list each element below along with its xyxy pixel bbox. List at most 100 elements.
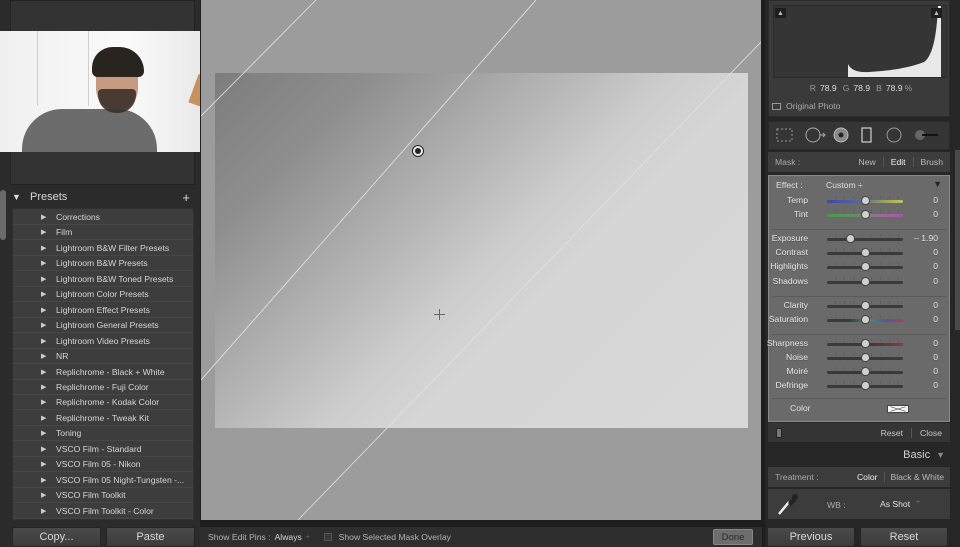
treatment-bw-button[interactable]: Black & White bbox=[885, 472, 951, 482]
slider-value[interactable]: 0 bbox=[933, 300, 938, 310]
preset-folder-item[interactable]: ▶ Lightroom Effect Presets bbox=[13, 303, 193, 318]
preset-folder-item[interactable]: ▶ Lightroom B&W Filter Presets bbox=[13, 241, 193, 256]
slider-value[interactable]: 0 bbox=[933, 338, 938, 348]
collapse-icon[interactable]: ▼ bbox=[936, 450, 945, 460]
slider-thumb[interactable] bbox=[860, 315, 870, 324]
slider-thumb[interactable] bbox=[860, 367, 870, 376]
expand-arrow-icon[interactable]: ▶ bbox=[41, 228, 51, 236]
radial-filter-tool-icon[interactable] bbox=[885, 127, 903, 143]
slider-value[interactable]: 0 bbox=[933, 276, 938, 286]
expand-arrow-icon[interactable]: ▶ bbox=[41, 383, 51, 391]
expand-arrow-icon[interactable]: ▶ bbox=[41, 398, 51, 406]
highlight-clipping-icon[interactable]: ▲ bbox=[931, 8, 942, 18]
mask-new-button[interactable]: New bbox=[852, 157, 883, 167]
expand-arrow-icon[interactable]: ▶ bbox=[41, 337, 51, 345]
graduated-filter-tool-icon[interactable] bbox=[860, 127, 874, 143]
expand-arrow-icon[interactable]: ▶ bbox=[41, 476, 51, 484]
preset-folder-item[interactable]: ▶ Toning bbox=[13, 426, 193, 442]
basic-panel-header[interactable]: Basic ▼ bbox=[768, 446, 950, 464]
edit-pin[interactable] bbox=[412, 145, 424, 157]
preset-folder-item[interactable]: ▶ VSCO Film - Standard bbox=[13, 442, 193, 457]
slider-value[interactable]: 0 bbox=[933, 380, 938, 390]
color-swatch-icon[interactable] bbox=[887, 405, 909, 413]
expand-arrow-icon[interactable]: ▶ bbox=[41, 368, 51, 376]
preset-folder-item[interactable]: ▶ Replichrome - Fuji Color bbox=[13, 380, 193, 395]
mask-overlay-checkbox[interactable] bbox=[323, 533, 332, 541]
panel-toggle-switch[interactable] bbox=[776, 427, 782, 438]
slider-thumb[interactable] bbox=[860, 196, 870, 205]
effect-menu-icon[interactable]: ▼ bbox=[933, 179, 942, 189]
slider-value[interactable]: 0 bbox=[933, 352, 938, 362]
shadow-clipping-icon[interactable]: ▲ bbox=[775, 8, 786, 18]
slider-value[interactable]: 0 bbox=[933, 247, 938, 257]
mask-overlay-label[interactable]: Show Selected Mask Overlay bbox=[339, 532, 451, 542]
mask-edit-button[interactable]: Edit bbox=[882, 157, 913, 167]
expand-arrow-icon[interactable]: ▶ bbox=[41, 244, 51, 252]
slider-track[interactable] bbox=[827, 238, 903, 241]
wb-select[interactable]: As Shot bbox=[880, 499, 910, 509]
preset-folder-item[interactable]: ▶ Lightroom Video Presets bbox=[13, 334, 193, 349]
original-photo-toggle[interactable]: Original Photo bbox=[772, 101, 840, 111]
preset-folder-item[interactable]: ▶ VSCO Film Toolkit - Color bbox=[13, 504, 193, 519]
preset-folder-item[interactable]: ▶ Replichrome - Tweak Kit bbox=[13, 411, 193, 426]
expand-arrow-icon[interactable]: ▶ bbox=[41, 445, 51, 453]
spinner-icon[interactable]: ÷ bbox=[306, 534, 310, 541]
image-canvas[interactable] bbox=[200, 0, 762, 520]
slider-value[interactable]: 0 bbox=[933, 195, 938, 205]
presets-header[interactable]: ▼ Presets + bbox=[6, 187, 196, 207]
original-photo-checkbox[interactable] bbox=[772, 102, 781, 110]
expand-arrow-icon[interactable]: ▶ bbox=[41, 259, 51, 267]
treatment-color-button[interactable]: Color bbox=[851, 472, 885, 482]
close-mask-button[interactable]: Close bbox=[911, 427, 950, 438]
preset-folder-item[interactable]: ▶ VSCO Film Toolkit bbox=[13, 488, 193, 504]
slider-thumb[interactable] bbox=[860, 301, 870, 310]
reset-mask-button[interactable]: Reset bbox=[873, 428, 911, 438]
slider-thumb[interactable] bbox=[860, 210, 870, 219]
preset-folder-item[interactable]: ▶ Film bbox=[13, 225, 193, 241]
right-panel-scrollbar[interactable] bbox=[955, 150, 960, 330]
preset-folder-item[interactable]: ▶ Lightroom B&W Toned Presets bbox=[13, 272, 193, 287]
slider-value[interactable]: 0 bbox=[933, 261, 938, 271]
expand-arrow-icon[interactable]: ▶ bbox=[41, 306, 51, 314]
spot-removal-tool-icon[interactable] bbox=[803, 127, 827, 143]
crop-tool-icon[interactable] bbox=[775, 127, 795, 143]
add-preset-icon[interactable]: + bbox=[182, 190, 190, 205]
expand-arrow-icon[interactable]: ▶ bbox=[41, 429, 51, 437]
copy-button[interactable]: Copy... bbox=[12, 527, 101, 547]
slider-thumb[interactable] bbox=[860, 262, 870, 271]
preset-folder-item[interactable]: ▶ Replichrome - Black + White bbox=[13, 365, 193, 380]
preset-folder-item[interactable]: ▶ VSCO Film 05 Night-Tungsten -... bbox=[13, 473, 193, 488]
expand-arrow-icon[interactable]: ▶ bbox=[41, 275, 51, 283]
collapse-icon[interactable]: ▼ bbox=[12, 192, 26, 202]
slider-value[interactable]: 0 bbox=[933, 209, 938, 219]
preset-folder-item[interactable]: ▶ NR bbox=[13, 349, 193, 365]
preset-folder-item[interactable]: ▶ Lightroom B&W Presets bbox=[13, 256, 193, 272]
preset-folder-item[interactable]: ▶ VSCO Film 05 - Nikon bbox=[13, 457, 193, 473]
slider-thumb[interactable] bbox=[860, 339, 870, 348]
expand-arrow-icon[interactable]: ▶ bbox=[41, 491, 51, 499]
expand-arrow-icon[interactable]: ▶ bbox=[41, 414, 51, 422]
adjustment-brush-tool-icon[interactable] bbox=[912, 127, 942, 143]
show-edit-pins-select[interactable]: Always bbox=[275, 532, 302, 542]
preset-folder-item[interactable]: ▶ Corrections bbox=[13, 210, 193, 225]
expand-arrow-icon[interactable]: ▶ bbox=[41, 352, 51, 360]
slider-thumb[interactable] bbox=[860, 277, 870, 286]
eyedropper-icon[interactable] bbox=[775, 491, 801, 517]
expand-arrow-icon[interactable]: ▶ bbox=[41, 507, 51, 515]
slider-thumb[interactable] bbox=[846, 234, 856, 243]
done-button[interactable]: Done bbox=[713, 529, 753, 545]
slider-thumb[interactable] bbox=[860, 248, 870, 257]
expand-arrow-icon[interactable]: ▶ bbox=[41, 213, 51, 221]
preset-folder-item[interactable]: ▶ Lightroom General Presets bbox=[13, 318, 193, 334]
preset-folder-item[interactable]: ▶ Lightroom Color Presets bbox=[13, 287, 193, 303]
expand-arrow-icon[interactable]: ▶ bbox=[41, 321, 51, 329]
reset-button[interactable]: Reset bbox=[860, 527, 948, 547]
expand-arrow-icon[interactable]: ▶ bbox=[41, 290, 51, 298]
slider-value[interactable]: 0 bbox=[933, 314, 938, 324]
slider-thumb[interactable] bbox=[860, 381, 870, 390]
preset-folder-item[interactable]: ▶ Replichrome - Kodak Color bbox=[13, 395, 193, 411]
spinner-icon[interactable]: ÷ bbox=[916, 499, 920, 506]
expand-arrow-icon[interactable]: ▶ bbox=[41, 460, 51, 468]
red-eye-tool-icon[interactable] bbox=[832, 127, 850, 143]
slider-value[interactable]: – 1.90 bbox=[914, 233, 938, 243]
